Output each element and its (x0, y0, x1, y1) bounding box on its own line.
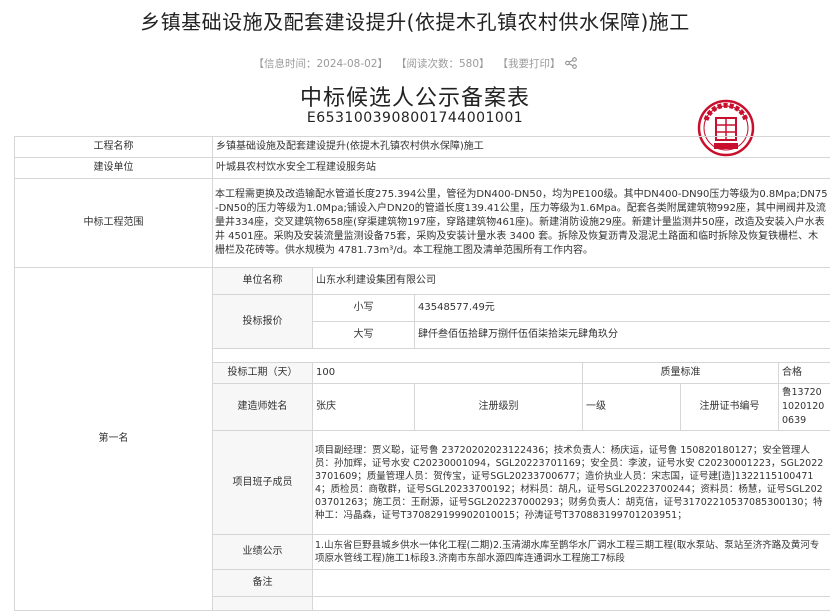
spacer-row (213, 349, 830, 363)
builder-value: 张庆 (313, 384, 415, 431)
trailing-row (213, 597, 313, 611)
reg-cert-value: 鲁1372010201200639 (779, 384, 830, 431)
share-icon[interactable] (565, 57, 577, 72)
rank-label: 第一名 (15, 268, 213, 611)
owner-value: 叶城县农村饮水安全工程建设服务站 (213, 158, 830, 179)
unit-value: 山东水利建设集团有限公司 (313, 268, 830, 295)
price-label: 投标报价 (213, 295, 313, 349)
reg-level-value: 一级 (583, 384, 681, 431)
project-name-value: 乡镇基础设施及配套建设提升(依提木孔镇农村供水保障)施工 (213, 137, 830, 158)
period-value: 100 (313, 363, 583, 384)
trailing-cell (313, 597, 830, 611)
publish-time: 【信息时间：2024-08-02】 (253, 58, 388, 70)
quality-label: 质量标准 (583, 363, 779, 384)
remark-value (313, 570, 830, 597)
performance-value: 1.山东省巨野县城乡供水一体化工程(二期)2.玉清湖水库至鹊华水厂调水工程三期工… (313, 535, 830, 570)
scope-label: 中标工程范围 (15, 179, 213, 268)
print-link[interactable]: 【我要打印】 (498, 58, 561, 70)
team-label: 项目班子成员 (213, 431, 313, 535)
period-label: 投标工期（天） (213, 363, 313, 384)
builder-label: 建造师姓名 (213, 384, 313, 431)
price-small-label: 小写 (313, 295, 415, 322)
candidate-table: 工程名称 乡镇基础设施及配套建设提升(依提木孔镇农村供水保障)施工 建设单位 叶… (14, 136, 830, 611)
price-big-value: 肆仟叁佰伍拾肆万捌仟伍佰柒拾柒元肆角玖分 (415, 322, 830, 349)
meta-bar: 【信息时间：2024-08-02】【阅读次数：580】【我要打印】 (0, 56, 830, 72)
page-title: 乡镇基础设施及配套建设提升(依提木孔镇农村供水保障)施工 (0, 6, 830, 35)
price-small-value: 43548577.49元 (415, 295, 830, 322)
remark-label: 备注 (213, 570, 313, 597)
unit-label: 单位名称 (213, 268, 313, 295)
owner-label: 建设单位 (15, 158, 213, 179)
reg-cert-label: 注册证书编号 (681, 384, 779, 431)
price-big-label: 大写 (313, 322, 415, 349)
scope-value: 本工程需更换及改造输配水管道长度275.394公里，管径为DN400-DN50，… (213, 179, 830, 268)
read-count: 【阅读次数：580】 (396, 58, 490, 70)
project-name-label: 工程名称 (15, 137, 213, 158)
reg-level-label: 注册级别 (415, 384, 583, 431)
performance-label: 业绩公示 (213, 535, 313, 570)
quality-value: 合格 (779, 363, 830, 384)
team-value: 项目副经理：贾义聪，证号鲁 2372020202312243​6；技术负责人：杨… (313, 431, 830, 535)
